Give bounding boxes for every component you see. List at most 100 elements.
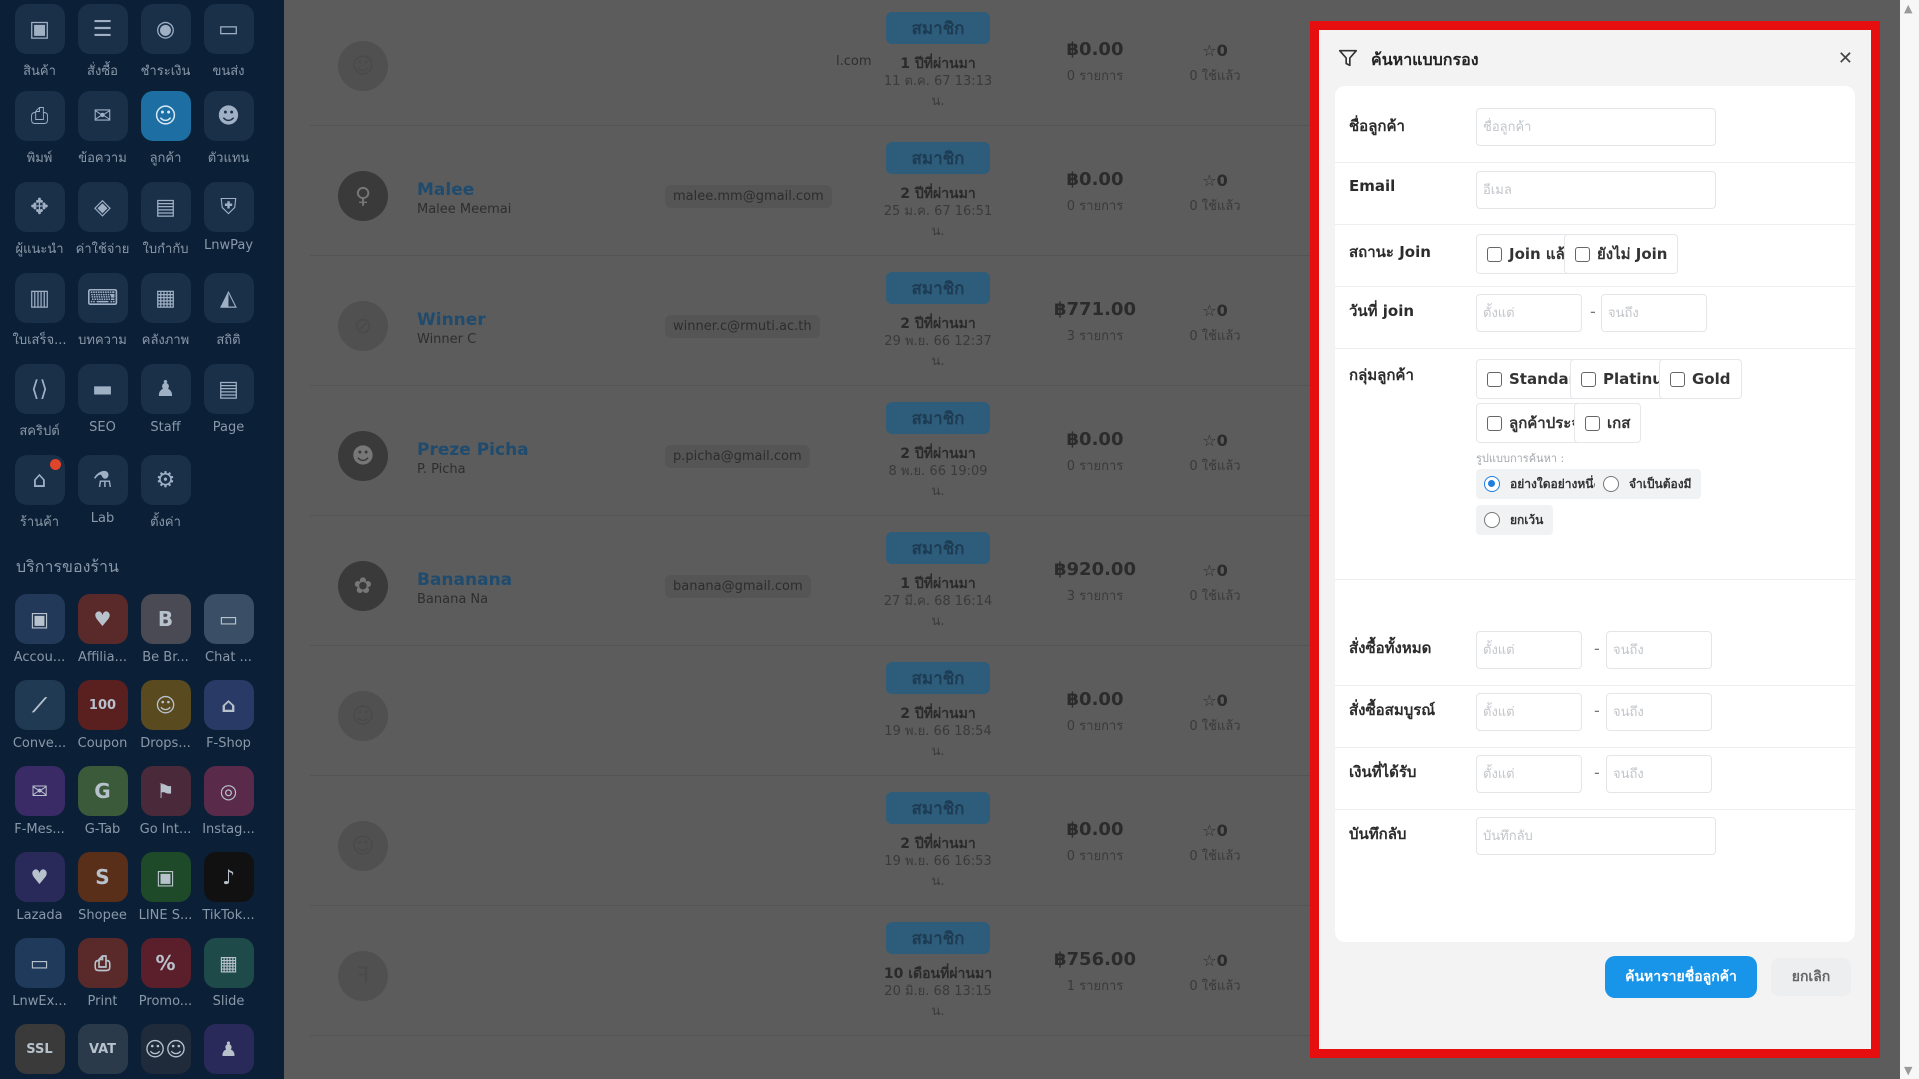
mode-required-radio[interactable]: จำเป็นต้องมี	[1595, 469, 1702, 499]
sidebar-tile[interactable]: ▭ LnwEx...	[8, 934, 71, 1020]
sidebar-tile[interactable]: ♟ Staff	[134, 360, 197, 451]
sidebar-tile[interactable]: ▤ ใบกำกับ	[134, 178, 197, 269]
sidebar-tile[interactable]: ▣ Accou...	[8, 590, 71, 676]
mode-required-label: จำเป็นต้องมี	[1629, 476, 1692, 491]
sidebar-tile[interactable]: ▭ ขนส่ง	[197, 0, 260, 87]
private-note-input[interactable]	[1476, 817, 1716, 855]
sidebar-tile[interactable]: ♟	[197, 1020, 260, 1079]
search-customers-button[interactable]: ค้นหารายชื่อลูกค้า	[1605, 956, 1757, 998]
sidebar-tile[interactable]: ▥ ใบเสร็จ...	[8, 269, 71, 360]
sidebar-tile[interactable]: ✉ F-Mes...	[8, 762, 71, 848]
sidebar-tile[interactable]: ⌨ บทความ	[71, 269, 134, 360]
customer-username: Malee Meemai	[417, 202, 512, 217]
customer-name-input[interactable]	[1476, 108, 1716, 146]
sidebar-tile-label: LnwEx...	[12, 994, 67, 1009]
sidebar-tile[interactable]: VAT	[71, 1020, 134, 1079]
conversion-icon: ⟋	[14, 680, 65, 730]
sidebar-tile[interactable]: ⚑ Go Int...	[134, 762, 197, 848]
sidebar-tile[interactable]: ⚗ Lab	[71, 451, 134, 542]
sidebar-tile[interactable]: S Shopee	[71, 848, 134, 934]
sidebar-tile[interactable]: ▦ คลังภาพ	[134, 269, 197, 360]
sidebar-tile-label: Promo...	[138, 994, 193, 1009]
points-used: 0 ใช้แล้ว	[1189, 719, 1241, 734]
sidebar-tile[interactable]: ☺ ลูกค้า	[134, 87, 197, 178]
money-received-from-input[interactable]	[1476, 755, 1582, 793]
mode-any-radio[interactable]: อย่างใดอย่างหนึ่ง	[1476, 469, 1610, 499]
order-count: 3 รายการ	[1066, 329, 1124, 344]
sidebar-tile[interactable]: ⚙ ตั้งค่า	[134, 451, 197, 542]
customer-name[interactable]: Malee	[417, 180, 474, 200]
sidebar-tile[interactable]: ▣ สินค้า	[8, 0, 71, 87]
email-input[interactable]	[1476, 171, 1716, 209]
sidebar-tile[interactable]: ☺ Drops...	[134, 676, 197, 762]
sidebar-tile[interactable]: ◈ ค่าใช้จ่าย	[71, 178, 134, 269]
sidebar-tile-label: ผู้แนะนำ	[15, 242, 64, 257]
range-dash: -	[1594, 701, 1600, 720]
sidebar-tile-label: LnwPay	[203, 238, 254, 253]
sidebar-tile[interactable]: ☻ ตัวแทน	[197, 87, 260, 178]
customer-name[interactable]: Preze Picha	[417, 440, 529, 460]
sidebar-tile[interactable]: ⟋ Conve...	[8, 676, 71, 762]
customer-name-label: ชื่อลูกค้า	[1349, 117, 1405, 135]
completed-orders-from-input[interactable]	[1476, 693, 1582, 731]
sidebar-tile[interactable]: ♪ TikTok...	[197, 848, 260, 934]
money-received-row: เงินที่ได้รับ -	[1335, 748, 1855, 810]
joined-date: 20 มิ.ย. 68 13:15	[884, 984, 992, 999]
sidebar-tile[interactable]: ⛨ LnwPay	[197, 178, 260, 269]
join-not-yet-checkbox[interactable]: ยังไม่ Join	[1564, 234, 1679, 274]
sidebar-tile[interactable]: ◉ ชำระเงิน	[134, 0, 197, 87]
customer-name[interactable]: Winner	[417, 310, 486, 330]
group-gold-label: Gold	[1692, 370, 1731, 388]
customer-name[interactable]: Bananana	[417, 570, 512, 590]
total-orders-to-input[interactable]	[1606, 631, 1712, 669]
page-scrollbar[interactable]: ▲ ▼	[1900, 0, 1919, 1079]
close-icon[interactable]: ✕	[1838, 48, 1853, 69]
private-note-label: บันทึกลับ	[1349, 825, 1407, 843]
sidebar-tile[interactable]: ☰ สั่งซื้อ	[71, 0, 134, 87]
sidebar-tile[interactable]: SSLSSL	[8, 1020, 71, 1079]
sidebar-tile[interactable]: ▭ Chat ...	[197, 590, 260, 676]
sidebar-tile[interactable]: ⌂ F-Shop	[197, 676, 260, 762]
sidebar-tile[interactable]: ⟨⟩ สคริปต์	[8, 360, 71, 451]
sidebar-tile[interactable]: % Promo...	[134, 934, 197, 1020]
sidebar-tile[interactable]: ✥ ผู้แนะนำ	[8, 178, 71, 269]
completed-orders-to-input[interactable]	[1606, 693, 1712, 731]
sidebar-tile[interactable]: B Be Br...	[134, 590, 197, 676]
sidebar-tile-label: ขนส่ง	[212, 64, 245, 79]
sidebar-tile[interactable]: G G-Tab	[71, 762, 134, 848]
mode-exclude-radio[interactable]: ยกเว้น	[1476, 505, 1554, 535]
sidebar-tile[interactable]: 100 Coupon	[71, 676, 134, 762]
sidebar-tile[interactable]: ▣ LINE S...	[134, 848, 197, 934]
app-grid: ▣ สินค้า ☰ สั่งซื้อ ◉ ชำระเงิน ▭ ขนส่ง ⎙ พิมพ์ ✉ ข้…	[8, 0, 276, 542]
joined-date-suffix: น.	[931, 614, 945, 629]
sidebar-tile[interactable]: ▬ SEO	[71, 360, 134, 451]
sidebar-tile[interactable]: ▦ Slide	[197, 934, 260, 1020]
join-date-from-input[interactable]	[1476, 294, 1582, 332]
join-date-to-input[interactable]	[1601, 294, 1707, 332]
group-gold-checkbox[interactable]: Gold	[1659, 359, 1742, 399]
sidebar-tile[interactable]: ☺☺	[134, 1020, 197, 1079]
sidebar-tile[interactable]: ♥ Affilia...	[71, 590, 134, 676]
staff-icon: ♟	[140, 364, 191, 414]
money-received-to-input[interactable]	[1606, 755, 1712, 793]
total-orders-from-input[interactable]	[1476, 631, 1582, 669]
stats-chart-icon: ◭	[203, 273, 254, 323]
sidebar-tile[interactable]: ⌂ ร้านค้า	[8, 451, 71, 542]
sidebar-tile[interactable]: ▤ Page	[197, 360, 260, 451]
sidebar-tile-label: Slide	[212, 994, 245, 1009]
sidebar-tile[interactable]: ◎ Instag...	[197, 762, 260, 848]
tiktok-icon: ♪	[203, 852, 254, 902]
sidebar-tile[interactable]: ◭ สถิติ	[197, 269, 260, 360]
sidebar-tile[interactable]: ✉ ข้อความ	[71, 87, 134, 178]
sidebar-tile-label: Print	[87, 994, 118, 1009]
scroll-up-icon[interactable]: ▲	[1904, 2, 1912, 15]
chat-icon: ▭	[203, 594, 254, 644]
sidebar-tile[interactable]: ⎙ Print	[71, 934, 134, 1020]
sidebar-tile-label: สั่งซื้อ	[87, 64, 118, 79]
sidebar-tile[interactable]: ⎙ พิมพ์	[8, 87, 71, 178]
sidebar-tile[interactable]: ♥ Lazada	[8, 848, 71, 934]
cancel-button[interactable]: ยกเลิก	[1771, 958, 1851, 996]
completed-orders-label: สั่งซื้อสมบูรณ์	[1349, 701, 1436, 719]
group-guest-checkbox[interactable]: เกส	[1574, 403, 1642, 443]
scroll-down-icon[interactable]: ▼	[1904, 1064, 1912, 1077]
